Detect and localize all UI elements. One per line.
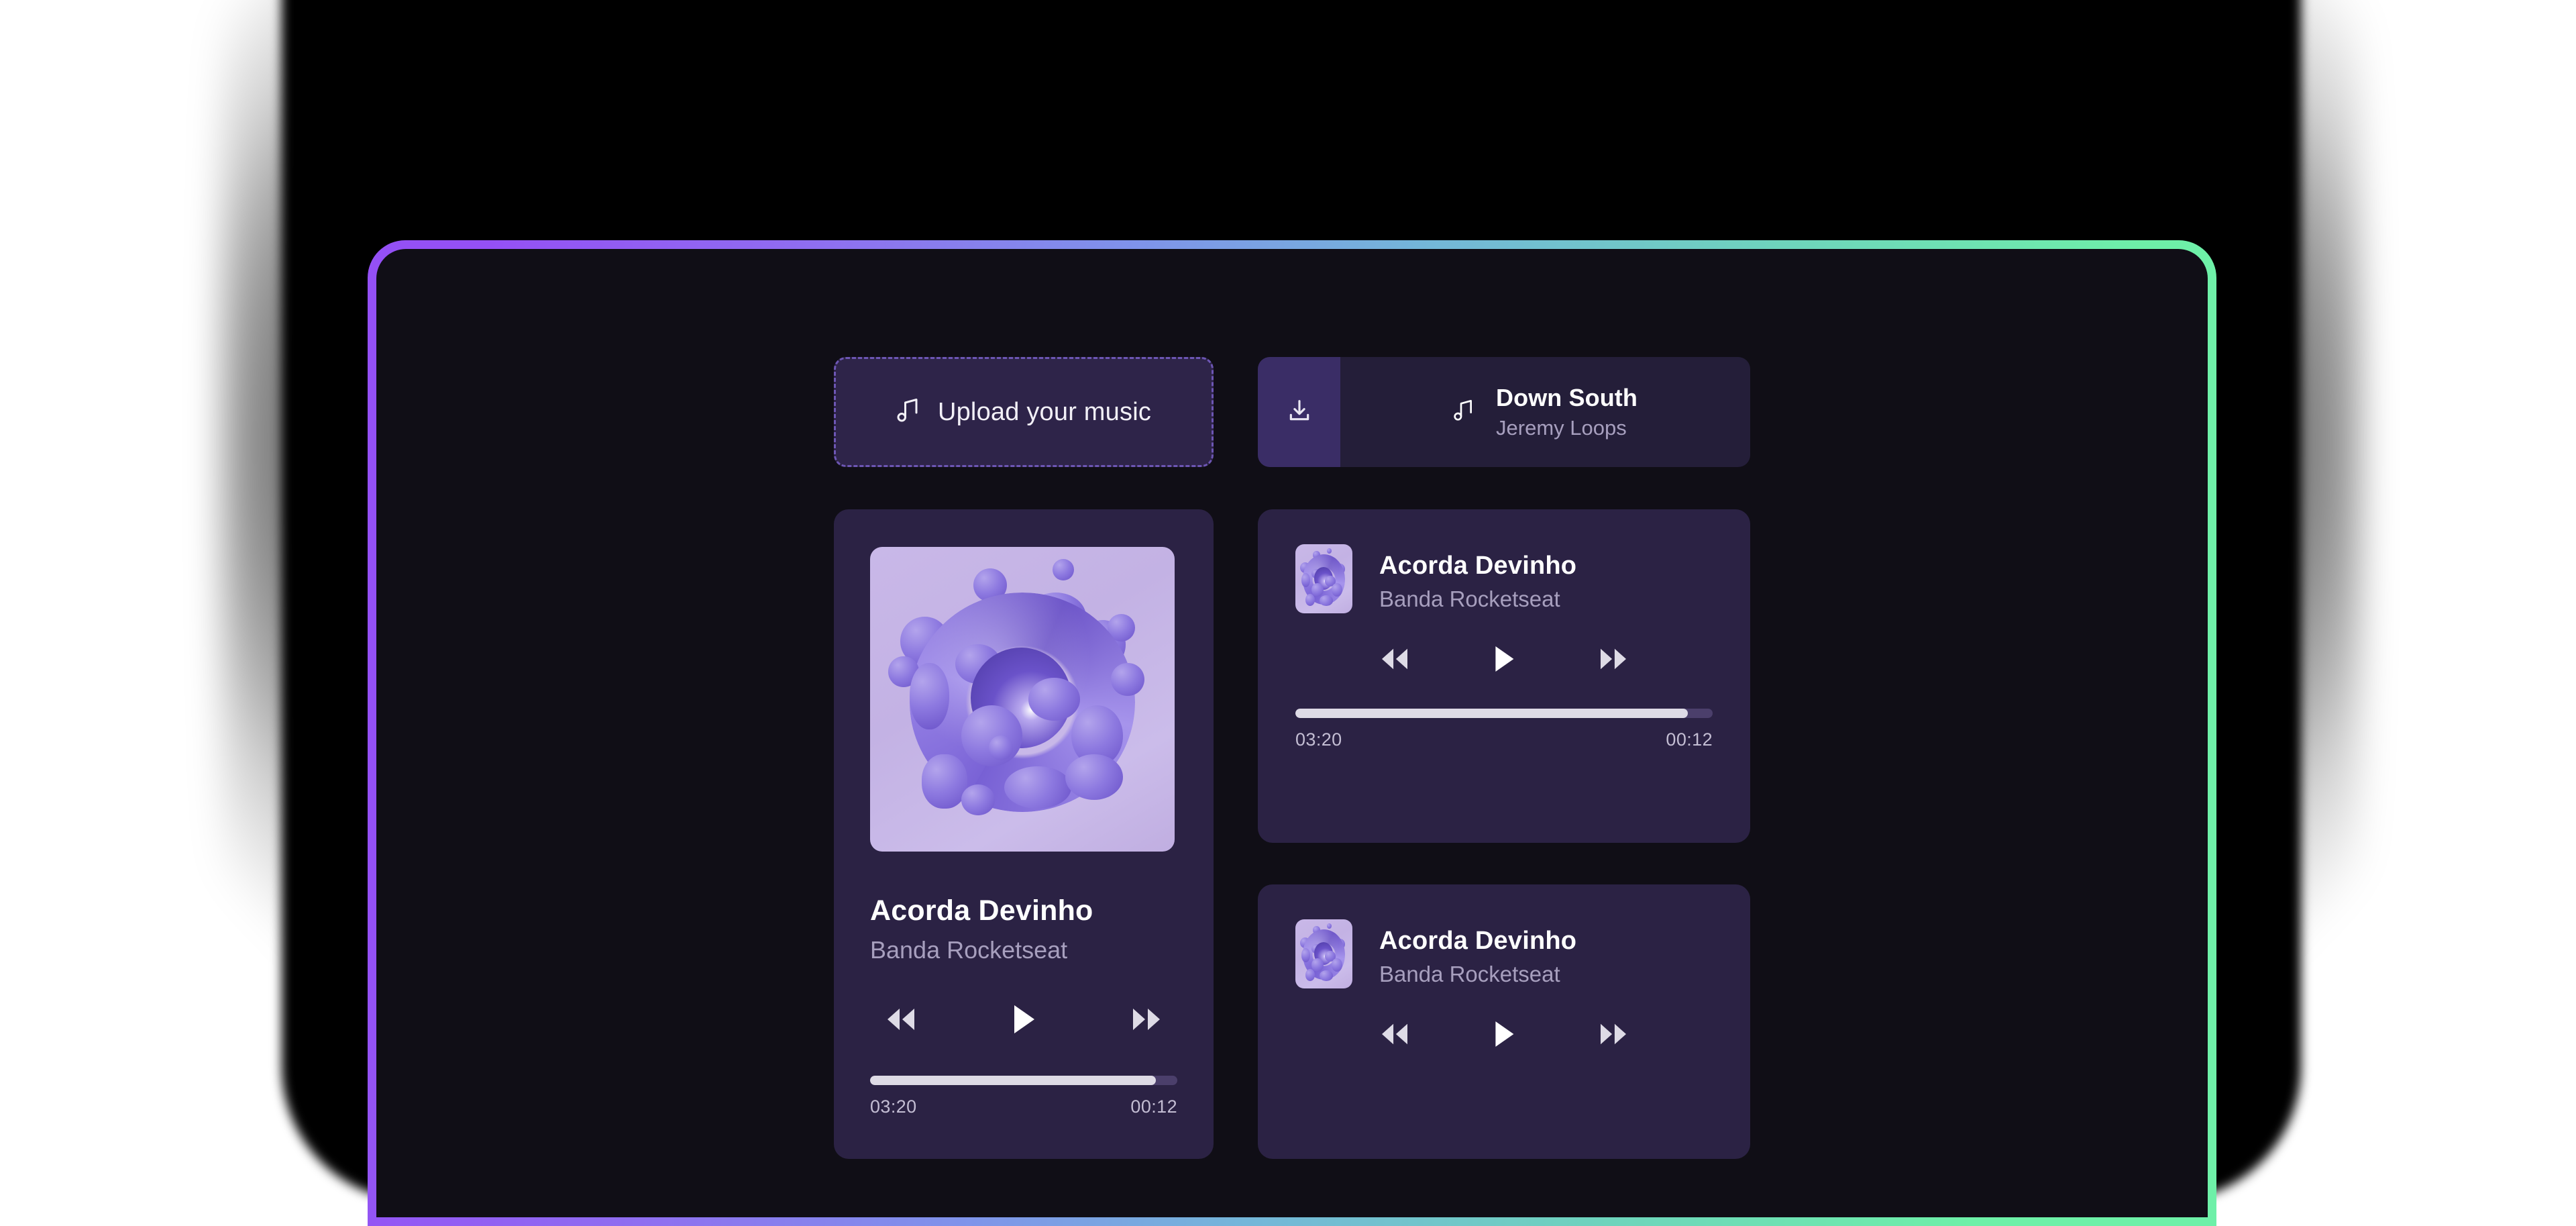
album-artwork-graphic bbox=[1295, 544, 1352, 613]
rewind-button[interactable] bbox=[1379, 1021, 1410, 1047]
album-artwork-graphic bbox=[1295, 919, 1352, 988]
track-time-total: 03:20 bbox=[1295, 729, 1342, 750]
device-screen: Upload your music Down South Jeremy Loop… bbox=[376, 249, 2208, 1217]
featured-time-current: 00:12 bbox=[1130, 1096, 1177, 1117]
now-playing-text: Down South Jeremy Loops bbox=[1496, 384, 1638, 440]
music-note-icon bbox=[896, 397, 920, 427]
play-button[interactable] bbox=[1492, 1019, 1516, 1049]
track-progress-area: 03:20 00:12 bbox=[1295, 709, 1713, 750]
featured-progress-fill bbox=[870, 1076, 1156, 1085]
upload-music-button[interactable]: Upload your music bbox=[834, 357, 1214, 467]
track-card: Acorda Devinho Banda Rocketseat bbox=[1258, 884, 1750, 1159]
device-gradient-frame: Upload your music Down South Jeremy Loop… bbox=[368, 240, 2216, 1226]
fast-forward-icon bbox=[1130, 1006, 1163, 1033]
now-playing-body: Down South Jeremy Loops bbox=[1340, 357, 1750, 467]
track-progress-fill bbox=[1295, 709, 1688, 718]
fast-forward-button[interactable] bbox=[1598, 1021, 1629, 1047]
music-player-app: Upload your music Down South Jeremy Loop… bbox=[376, 249, 2208, 1217]
now-playing-title: Down South bbox=[1496, 384, 1638, 411]
featured-album-art bbox=[870, 547, 1175, 852]
album-artwork-graphic bbox=[870, 547, 1175, 852]
rewind-button[interactable] bbox=[885, 1006, 917, 1033]
featured-track-artist: Banda Rocketseat bbox=[870, 936, 1068, 964]
play-button[interactable] bbox=[1492, 644, 1516, 674]
featured-transport-controls bbox=[870, 1003, 1177, 1035]
download-button[interactable] bbox=[1258, 357, 1340, 467]
track-transport-controls bbox=[1295, 1019, 1713, 1049]
music-note-icon bbox=[1453, 399, 1474, 426]
featured-track-title: Acorda Devinho bbox=[870, 895, 1093, 927]
screenshot-stage: Upload your music Down South Jeremy Loop… bbox=[0, 0, 2576, 1226]
featured-progress-bar[interactable] bbox=[870, 1076, 1177, 1085]
app-grid: Upload your music Down South Jeremy Loop… bbox=[834, 357, 1750, 1217]
track-transport-controls bbox=[1295, 644, 1713, 674]
track-artist: Banda Rocketseat bbox=[1379, 962, 1560, 986]
track-card-header: Acorda Devinho Banda Rocketseat bbox=[1295, 919, 1713, 988]
play-icon bbox=[1010, 1003, 1037, 1035]
play-icon bbox=[1492, 644, 1516, 674]
play-button[interactable] bbox=[1010, 1003, 1037, 1035]
upload-music-label: Upload your music bbox=[937, 397, 1152, 426]
featured-time-row: 03:20 00:12 bbox=[870, 1096, 1177, 1117]
now-playing-artist: Jeremy Loops bbox=[1496, 416, 1627, 440]
rewind-icon bbox=[1379, 646, 1410, 672]
fast-forward-icon bbox=[1598, 646, 1629, 672]
track-card: Acorda Devinho Banda Rocketseat bbox=[1258, 509, 1750, 843]
fast-forward-icon bbox=[1598, 1021, 1629, 1047]
track-time-row: 03:20 00:12 bbox=[1295, 729, 1713, 750]
featured-time-total: 03:20 bbox=[870, 1096, 917, 1117]
now-playing-bar[interactable]: Down South Jeremy Loops bbox=[1258, 357, 1750, 467]
download-icon bbox=[1287, 398, 1312, 427]
play-icon bbox=[1492, 1019, 1516, 1049]
fast-forward-button[interactable] bbox=[1130, 1006, 1163, 1033]
track-artist: Banda Rocketseat bbox=[1379, 586, 1560, 611]
track-album-art bbox=[1295, 919, 1352, 988]
track-album-art bbox=[1295, 544, 1352, 613]
track-progress-bar[interactable] bbox=[1295, 709, 1713, 718]
track-card-list: Acorda Devinho Banda Rocketseat 03:20 00… bbox=[1258, 509, 1750, 1159]
track-card-meta: Acorda Devinho Banda Rocketseat bbox=[1379, 544, 1576, 612]
rewind-button[interactable] bbox=[1379, 646, 1410, 672]
track-title: Acorda Devinho bbox=[1379, 927, 1577, 955]
rewind-icon bbox=[1379, 1021, 1410, 1047]
track-card-header: Acorda Devinho Banda Rocketseat bbox=[1295, 544, 1713, 613]
track-time-current: 00:12 bbox=[1666, 729, 1713, 750]
track-title: Acorda Devinho bbox=[1379, 552, 1577, 580]
rewind-icon bbox=[885, 1006, 917, 1033]
fast-forward-button[interactable] bbox=[1598, 646, 1629, 672]
featured-progress-area: 03:20 00:12 bbox=[870, 1076, 1177, 1117]
track-card-meta: Acorda Devinho Banda Rocketseat bbox=[1379, 919, 1576, 987]
featured-player-card: Acorda Devinho Banda Rocketseat 03:20 00… bbox=[834, 509, 1214, 1159]
